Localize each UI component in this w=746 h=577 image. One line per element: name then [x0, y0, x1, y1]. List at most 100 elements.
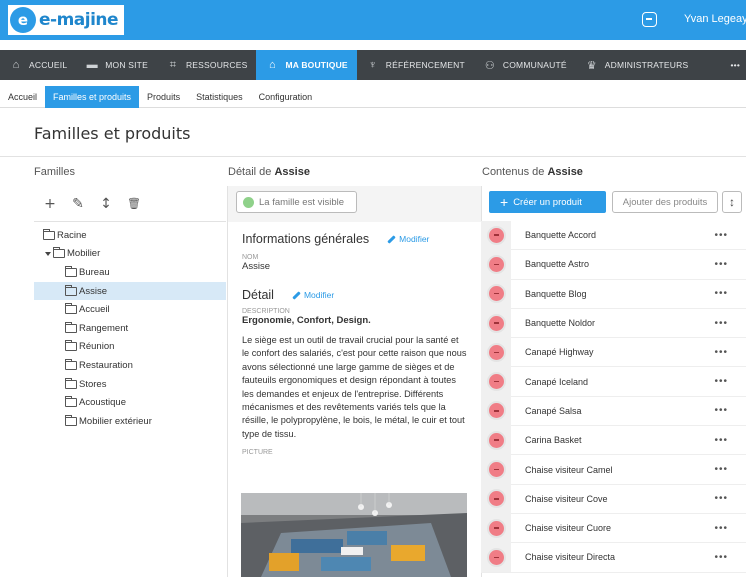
row-menu-icon[interactable]: ••• — [714, 259, 728, 270]
product-thumbnail-icon — [486, 430, 506, 450]
tree-item-mobilier[interactable]: Mobilier — [34, 245, 226, 264]
folder-icon — [65, 358, 77, 370]
tree-item-rangement[interactable]: Rangement — [34, 319, 226, 338]
product-thumb-cell — [481, 513, 511, 543]
family-picture — [241, 493, 467, 577]
caret-down-icon[interactable] — [45, 251, 51, 256]
nav-item-communaute[interactable]: ⚇ COMMUNAUTÉ — [474, 50, 576, 80]
product-row[interactable]: Banquette Blog ••• — [481, 279, 746, 309]
product-row[interactable]: Chaise visiteur Cove ••• — [481, 484, 746, 514]
product-thumb-cell — [481, 279, 511, 309]
user-name[interactable]: Yvan Legeay — [684, 13, 746, 25]
nav-item-administrateurs[interactable]: ♛ ADMINISTRATEURS — [576, 50, 698, 80]
modify-detail-link[interactable]: Modifier — [292, 290, 334, 300]
tree-item-bureau[interactable]: Bureau — [34, 263, 226, 282]
pencil-icon[interactable]: ✎ — [64, 196, 92, 212]
modify-label: Modifier — [303, 290, 335, 300]
nav-item-referencement[interactable]: ♆ RÉFÉRENCEMENT — [357, 50, 474, 80]
tree-item-restauration[interactable]: Restauration — [34, 356, 226, 375]
trash-icon[interactable]: 🗑 — [120, 197, 148, 210]
product-row[interactable]: Banquette Astro ••• — [481, 249, 746, 280]
product-row[interactable]: Banquette Noldor ••• — [481, 308, 746, 339]
tree-item-label: Rangement — [79, 322, 129, 334]
product-row[interactable]: Carina Basket ••• — [481, 425, 746, 456]
tab-statistiques[interactable]: Statistiques — [188, 86, 251, 108]
tree-item-racine[interactable]: Racine — [34, 226, 226, 245]
users-icon: ⚇ — [484, 59, 495, 72]
row-menu-icon[interactable]: ••• — [714, 318, 728, 329]
app-logo[interactable]: e e-majine — [8, 5, 124, 35]
nav-item-accueil[interactable]: ⌂ ACCUEIL — [0, 50, 76, 80]
tab-produits[interactable]: Produits — [139, 86, 188, 108]
nav-label: MA BOUTIQUE — [285, 60, 348, 70]
nav-label: ACCUEIL — [29, 60, 68, 70]
tree-item-label: Bureau — [79, 266, 110, 278]
product-row[interactable]: Chaise visiteur Cuore ••• — [481, 513, 746, 544]
trophy-icon: ♆ — [368, 59, 377, 71]
detail-header: Détail de Assise — [228, 166, 310, 178]
add-icon[interactable]: + — [36, 196, 64, 212]
row-menu-icon[interactable]: ••• — [714, 435, 728, 446]
section-title: Détail — [242, 288, 274, 302]
product-name: Carina Basket — [525, 435, 582, 446]
folder-icon — [65, 396, 77, 408]
tree-item-label: Accueil — [79, 304, 110, 316]
product-row[interactable]: Canapé Salsa ••• — [481, 396, 746, 427]
product-thumb-cell — [481, 308, 511, 338]
product-name: Chaise visiteur Directa — [525, 552, 616, 563]
row-menu-icon[interactable]: ••• — [714, 376, 728, 387]
page-title: Familles et produits — [34, 124, 191, 143]
tree-item-reunion[interactable]: Réunion — [34, 338, 226, 357]
name-value: Assise — [242, 261, 270, 272]
nav-item-ressources[interactable]: ⌗ RESSOURCES — [157, 50, 257, 80]
product-row[interactable]: Canapé Iceland ••• — [481, 366, 746, 397]
chat-icon[interactable] — [642, 12, 657, 27]
sort-products-button[interactable]: ↕ — [722, 191, 742, 213]
modify-general-link[interactable]: Modifier — [387, 234, 429, 244]
product-thumbnail-icon — [486, 284, 506, 304]
product-row[interactable]: Canapé Highway ••• — [481, 337, 746, 368]
product-thumbnail-icon — [486, 518, 506, 538]
product-list: Banquette Accord ••• Banquette Astro ••• B… — [481, 220, 746, 573]
sort-icon[interactable]: ↕ — [92, 196, 120, 212]
tree-item-label: Réunion — [79, 341, 115, 353]
tree-item-stores[interactable]: Stores — [34, 375, 226, 394]
nav-more-button[interactable]: ••• — [721, 50, 746, 80]
row-menu-icon[interactable]: ••• — [714, 523, 728, 534]
row-menu-icon[interactable]: ••• — [714, 230, 728, 241]
tree-item-accueil[interactable]: Accueil — [34, 300, 226, 319]
row-menu-icon[interactable]: ••• — [714, 552, 728, 563]
section-title: Informations générales — [242, 232, 370, 246]
tree-item-assise[interactable]: Assise — [34, 281, 226, 301]
divider — [0, 156, 746, 157]
tab-familles-et-produits[interactable]: Familles et produits — [45, 86, 140, 108]
column-divider — [227, 186, 228, 577]
tree-item-acoustique[interactable]: Acoustique — [34, 393, 226, 412]
main-nav: ⌂ ACCUEIL ▬ MON SITE ⌗ RESSOURCES ⌂ MA BOUTI… — [0, 50, 746, 80]
create-product-button[interactable]: + Créer un produit — [489, 191, 606, 213]
add-products-button[interactable]: Ajouter des produits — [612, 191, 718, 213]
tab-accueil[interactable]: Accueil — [0, 86, 45, 108]
product-name: Banquette Noldor — [525, 318, 596, 329]
visibility-label: La famille est visible — [259, 196, 345, 208]
product-row[interactable]: Chaise visiteur Camel ••• — [481, 454, 746, 485]
nav-item-ma-boutique[interactable]: ⌂ MA BOUTIQUE — [256, 50, 357, 80]
folder-icon — [65, 340, 77, 352]
row-menu-icon[interactable]: ••• — [714, 493, 728, 504]
name-label: NOM — [242, 254, 259, 261]
row-menu-icon[interactable]: ••• — [714, 288, 728, 299]
visibility-toggle[interactable]: La famille est visible — [236, 191, 357, 213]
tab-configuration[interactable]: Configuration — [251, 86, 321, 108]
crop-icon: ⌗ — [169, 58, 177, 71]
row-menu-icon[interactable]: ••• — [714, 347, 728, 358]
general-info-section: Informations générales Modifier — [242, 232, 470, 246]
row-menu-icon[interactable]: ••• — [714, 405, 728, 416]
nav-item-mon-site[interactable]: ▬ MON SITE — [76, 50, 157, 80]
tree-item-mobilier-exterieur[interactable]: Mobilier extérieur — [34, 412, 226, 431]
row-menu-icon[interactable]: ••• — [714, 464, 728, 475]
product-row[interactable]: Banquette Accord ••• — [481, 220, 746, 251]
create-product-label: Créer un produit — [513, 196, 582, 208]
product-row[interactable]: Chaise visiteur Directa ••• — [481, 542, 746, 573]
product-thumb-cell — [481, 454, 511, 485]
folder-icon — [65, 414, 77, 426]
